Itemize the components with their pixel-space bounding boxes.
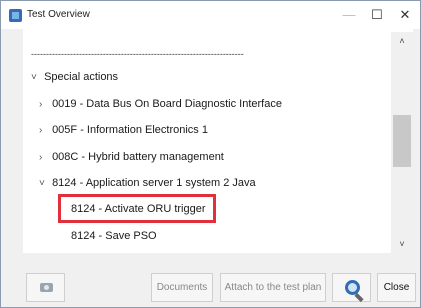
screenshot-button[interactable] <box>26 273 65 302</box>
minimize-button[interactable]: — <box>339 5 359 25</box>
tree-node-label: 008C - Hybrid battery management <box>52 151 224 163</box>
chevron-down-icon[interactable]: ˅ <box>31 69 41 87</box>
title-bar: Test Overview — ☐ ✕ <box>1 1 420 29</box>
search-button[interactable] <box>332 273 371 303</box>
tree-node-8124[interactable]: ˅ 8124 - Application server 1 system 2 J… <box>39 174 256 192</box>
tree-node-label: 0019 - Data Bus On Board Diagnostic Inte… <box>52 98 282 110</box>
close-window-button[interactable]: ✕ <box>395 5 415 25</box>
tree-leaf-save-pso[interactable]: 8124 - Save PSO <box>71 227 157 245</box>
vertical-scrollbar[interactable]: ˄ ˅ <box>391 32 413 253</box>
tree-node-label: 8124 - Application server 1 system 2 Jav… <box>52 177 256 189</box>
scroll-thumb[interactable] <box>393 115 411 167</box>
tree-node-label: 005F - Information Electronics 1 <box>52 124 208 136</box>
chevron-right-icon[interactable]: › <box>39 96 49 114</box>
tree-node-005f[interactable]: › 005F - Information Electronics 1 <box>39 121 208 139</box>
chevron-down-icon[interactable]: ˅ <box>39 175 49 193</box>
attach-to-test-plan-button[interactable]: Attach to the test plan <box>220 273 326 302</box>
tree-separator: ----------------------------------------… <box>31 49 244 59</box>
test-overview-window: Test Overview — ☐ ✕ --------------------… <box>0 0 421 308</box>
tree-node-special-actions[interactable]: ˅ Special actions <box>31 68 118 86</box>
scroll-up-icon[interactable]: ˄ <box>391 32 413 50</box>
tree-node-label: Special actions <box>44 71 119 83</box>
scroll-down-icon[interactable]: ˅ <box>391 235 413 253</box>
search-icon-handle <box>354 292 364 303</box>
camera-icon <box>40 283 53 292</box>
highlight-annotation <box>58 194 216 223</box>
documents-button[interactable]: Documents <box>151 273 213 302</box>
app-icon <box>9 9 22 22</box>
chevron-right-icon[interactable]: › <box>39 149 49 167</box>
close-button[interactable]: Close <box>377 273 416 302</box>
tree-node-0019[interactable]: › 0019 - Data Bus On Board Diagnostic In… <box>39 95 282 113</box>
tree-node-008c[interactable]: › 008C - Hybrid battery management <box>39 148 224 166</box>
maximize-button[interactable]: ☐ <box>367 5 387 25</box>
chevron-right-icon[interactable]: › <box>39 122 49 140</box>
window-title: Test Overview <box>27 9 90 20</box>
